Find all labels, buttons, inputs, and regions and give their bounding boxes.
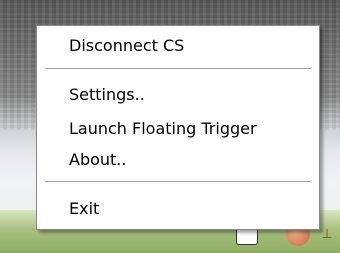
menu-item-launch-floating-trigger[interactable]: Launch Floating Trigger [69, 117, 257, 141]
menu-item-about[interactable]: About.. [69, 148, 126, 172]
network-icon[interactable]: ⟂ [317, 223, 337, 245]
menu-separator [45, 68, 311, 70]
menu-item-disconnect-cs[interactable]: Disconnect CS [69, 34, 184, 58]
context-menu: Disconnect CS Settings.. Launch Floating… [36, 25, 320, 230]
menu-item-settings[interactable]: Settings.. [69, 83, 145, 107]
menu-item-exit[interactable]: Exit [69, 197, 99, 221]
menu-separator [45, 181, 311, 183]
